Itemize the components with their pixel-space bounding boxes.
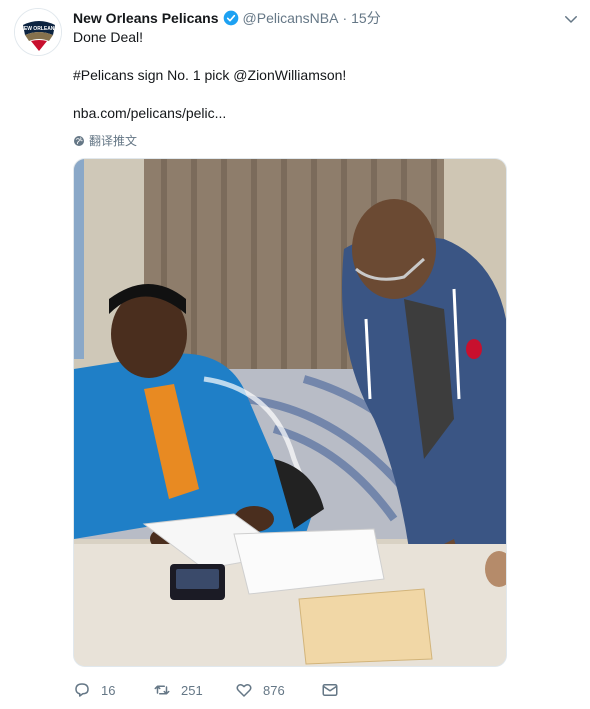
tweet-actions: 16 251 876 [73,680,349,700]
tweet-text-line: Done Deal! [73,29,144,45]
avatar[interactable]: NEW ORLEANS [14,8,62,56]
tweet-photo[interactable] [73,158,507,667]
separator-dot: · [342,10,348,26]
retweet-count: 251 [181,682,203,698]
logo-wordmark: NEW ORLEANS [20,26,58,32]
envelope-icon [322,684,338,696]
translate-label[interactable]: 翻译推文 [89,132,137,149]
verified-badge-icon [223,10,238,26]
like-count: 876 [263,682,285,698]
tweet-header: New Orleans Pelicans @PelicansNBA · 15分 [73,8,381,28]
message-button[interactable] [321,681,349,699]
reply-count: 16 [101,682,116,698]
tweet-card[interactable]: NEW ORLEANS New Orleans Pelicans @Pelica… [0,0,590,709]
tweet-link[interactable]: nba.com/pelicans/pelic... [73,104,573,123]
pelicans-logo-icon: NEW ORLEANS [15,9,61,55]
chevron-down-icon[interactable] [562,10,580,28]
tweet-text: Done Deal! #Pelicans sign No. 1 pick @Zi… [73,28,573,123]
author-handle[interactable]: @PelicansNBA [243,10,339,26]
globe-icon [74,135,84,146]
translate-tweet[interactable]: 翻译推文 [73,132,137,149]
photo-illustration [74,159,506,666]
reply-icon [75,683,89,697]
like-button[interactable]: 876 [235,681,321,699]
retweet-button[interactable]: 251 [153,681,235,699]
retweet-icon [154,685,170,695]
heart-icon [236,684,252,697]
author-name[interactable]: New Orleans Pelicans [73,10,219,26]
reply-button[interactable]: 16 [73,681,153,699]
tweet-timestamp[interactable]: 15分 [351,8,381,28]
tweet-text-line: #Pelicans sign No. 1 pick @ZionWilliamso… [73,67,347,83]
